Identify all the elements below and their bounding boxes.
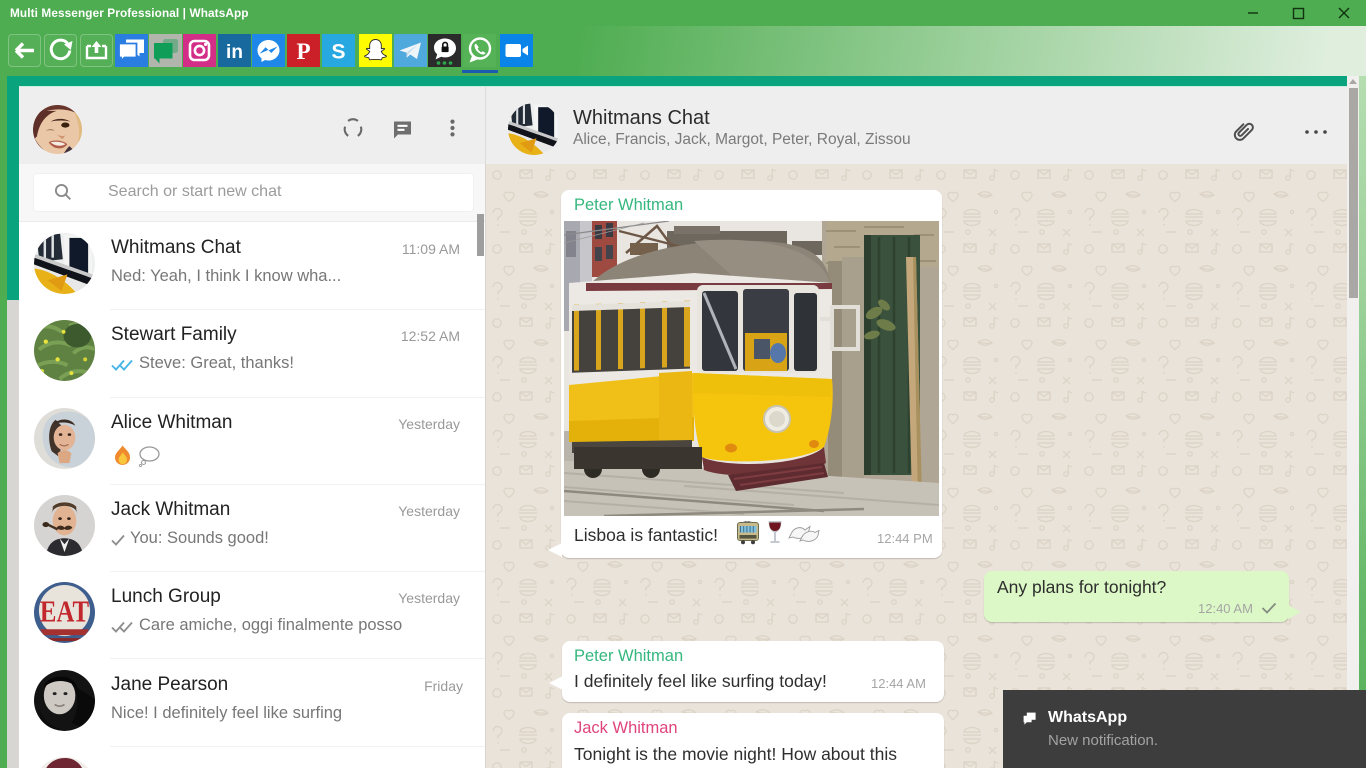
svg-text:S: S — [331, 41, 345, 64]
svg-text:P: P — [296, 39, 310, 64]
svg-text:EAT: EAT — [40, 595, 89, 629]
svg-text:in: in — [226, 42, 243, 63]
